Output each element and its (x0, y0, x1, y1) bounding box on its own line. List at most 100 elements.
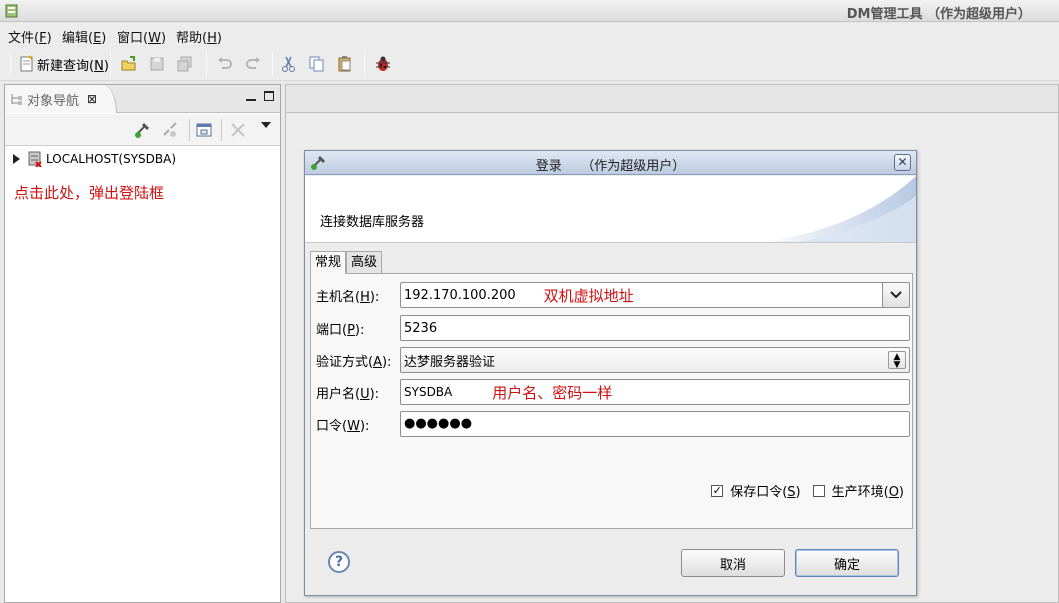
menu-window[interactable]: 窗口(W) (117, 27, 166, 46)
new-query-label: 新建查询(N) (37, 58, 109, 74)
dialog-banner: 连接数据库服务器 (305, 176, 916, 243)
open-folder-icon (120, 55, 138, 73)
password-input[interactable]: ●●●●●● (400, 411, 910, 437)
dialog-titlebar: 登录 （作为超级用户） ✕ (305, 151, 916, 175)
paste-button[interactable] (336, 53, 354, 75)
annotation-click-here: 点击此处，弹出登陆框 (14, 184, 165, 202)
production-env-checkbox[interactable] (812, 484, 825, 497)
tree-item-label: LOCALHOST(SYSDBA) (46, 152, 177, 166)
auth-row: 验证方式(A): (316, 347, 396, 373)
auth-label: 验证方式(A): (316, 354, 392, 370)
toolbar-separator (206, 52, 207, 76)
menu-edit[interactable]: 编辑(E) (62, 27, 106, 46)
dialog-title: 登录 （作为超级用户） (535, 159, 686, 174)
tab-object-navigator[interactable]: 对象导航 ⊠ (5, 85, 117, 113)
copy-button[interactable] (308, 53, 326, 75)
chevron-down-icon (890, 291, 902, 299)
new-window-icon[interactable] (195, 121, 213, 139)
help-icon[interactable]: ? (328, 551, 350, 573)
nav-view-controls (246, 91, 274, 101)
app-icon (4, 3, 20, 19)
tab-label: 对象导航 (27, 93, 80, 109)
host-combobox[interactable]: 192.170.100.200 双机虚拟地址 (400, 282, 910, 308)
object-navigator-panel: 对象导航 ⊠ LOCALHOST(SYSDBA) 点击此处，弹出登陆框 (4, 84, 281, 603)
password-row: 口令(W): (316, 411, 396, 437)
tree-icon (9, 92, 23, 106)
host-annotation: 双机虚拟地址 (543, 286, 634, 305)
banner-swoosh-graphic (763, 176, 916, 242)
host-label: 主机名(H): (316, 289, 380, 305)
select-updown-icon[interactable]: ▲ ▼ (888, 351, 906, 370)
toolbar-separator (364, 52, 365, 76)
cut-button[interactable] (280, 53, 298, 75)
save-all-button[interactable] (176, 53, 194, 75)
port-value: 5236 (404, 320, 438, 336)
redo-button[interactable] (244, 53, 262, 75)
undo-button[interactable] (216, 53, 234, 75)
redo-icon (244, 55, 262, 73)
connect-icon[interactable] (133, 121, 151, 139)
username-annotation: 用户名、密码一样 (492, 383, 613, 402)
tree-item-localhost[interactable]: LOCALHOST(SYSDBA) (11, 151, 177, 168)
view-menu-chevron-icon[interactable] (261, 122, 271, 128)
username-value: SYSDBA (404, 385, 453, 399)
save-password-label: 保存口令(S) (730, 485, 801, 500)
undo-icon (216, 55, 234, 73)
bug-icon (374, 55, 392, 73)
toolbar-separator (10, 52, 11, 76)
save-all-icon (176, 55, 194, 73)
debug-button[interactable] (374, 53, 392, 75)
dialog-options: ✓ 保存口令(S) 生产环境(O) (711, 481, 904, 500)
paste-icon (336, 55, 354, 73)
toolbar-separator (221, 119, 222, 141)
close-icon[interactable]: ✕ (894, 154, 911, 171)
close-tab-icon[interactable]: ⊠ (87, 92, 97, 106)
minimize-icon[interactable] (246, 91, 256, 101)
nav-tabbar: 对象导航 ⊠ (5, 85, 280, 113)
copy-icon (308, 55, 326, 73)
disconnect-icon[interactable] (161, 121, 179, 139)
menu-file[interactable]: 文件(F) (8, 27, 52, 46)
cancel-button[interactable]: 取消 (681, 549, 785, 577)
menu-bar: 文件(F) 编辑(E) 窗口(W) 帮助(H) (0, 23, 1059, 46)
toolbar-separator (189, 119, 190, 141)
expand-arrow-icon[interactable] (13, 154, 20, 164)
save-button[interactable] (148, 53, 166, 75)
save-password-checkbox[interactable]: ✓ (711, 484, 724, 497)
auth-value: 达梦服务器验证 (404, 354, 496, 370)
dialog-heading: 连接数据库服务器 (320, 215, 425, 230)
window-titlebar: DM管理工具 （作为超级用户） (0, 0, 1059, 22)
ok-button[interactable]: 确定 (795, 549, 899, 577)
username-input[interactable]: SYSDBA 用户名、密码一样 (400, 379, 910, 405)
toolbar-separator (272, 52, 273, 76)
password-label: 口令(W): (316, 418, 370, 434)
editor-tabstrip (286, 85, 1058, 113)
save-icon (148, 55, 166, 73)
host-row: 主机名(H): (316, 282, 396, 308)
port-label: 端口(P): (316, 322, 365, 338)
user-label: 用户名(U): (316, 386, 380, 402)
nav-toolbar (5, 114, 280, 146)
dialog-tabs: 常规 高级 (310, 251, 383, 274)
user-row: 用户名(U): (316, 379, 396, 405)
scissors-icon (280, 55, 298, 73)
collapse-all-icon[interactable] (229, 121, 247, 139)
tab-advanced[interactable]: 高级 (346, 251, 383, 273)
new-query-icon (18, 55, 36, 73)
new-query-button[interactable]: 新建查询(N) (18, 53, 109, 75)
host-dropdown-button[interactable] (882, 282, 910, 308)
password-value: ●●●●●● (404, 416, 473, 431)
toolbar-separator (110, 52, 111, 76)
production-env-label: 生产环境(O) (831, 485, 904, 500)
maximize-icon[interactable] (264, 91, 274, 101)
open-button[interactable] (120, 53, 138, 75)
login-dialog: 登录 （作为超级用户） ✕ 连接数据库服务器 常规 高级 主机名(H): 192… (304, 150, 917, 596)
host-value: 192.170.100.200 (404, 287, 516, 303)
menu-help[interactable]: 帮助(H) (176, 27, 222, 46)
main-toolbar: 新建查询(N) (0, 47, 1059, 81)
auth-select[interactable]: 达梦服务器验证 ▲ ▼ (400, 347, 910, 373)
port-row: 端口(P): (316, 315, 396, 341)
window-title: DM管理工具 （作为超级用户） (846, 7, 1031, 22)
tab-general[interactable]: 常规 (310, 251, 347, 274)
port-input[interactable]: 5236 (400, 315, 910, 341)
